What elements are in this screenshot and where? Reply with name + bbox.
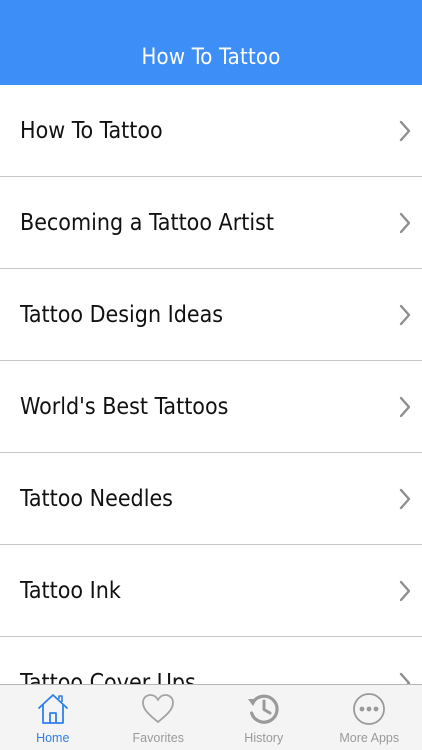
list-item-tattoo-ink[interactable]: Tattoo Ink [0,545,422,637]
tab-history[interactable]: History [211,685,317,750]
list-item-label: Tattoo Cover Ups [20,669,196,686]
list-item-becoming-a-tattoo-artist[interactable]: Becoming a Tattoo Artist [0,177,422,269]
list-item-label: World's Best Tattoos [20,393,229,420]
list-item-label: How To Tattoo [20,117,163,144]
chevron-right-icon [399,120,411,141]
list-item-tattoo-needles[interactable]: Tattoo Needles [0,453,422,545]
tab-home-label: Home [36,731,70,745]
history-icon [247,694,279,724]
tab-favorites[interactable]: Favorites [106,685,212,750]
tab-more-apps[interactable]: More Apps [317,685,422,750]
tab-more-apps-label: More Apps [339,731,400,745]
list-item-label: Becoming a Tattoo Artist [20,209,274,236]
status-bar [0,0,422,30]
chevron-right-icon [399,488,411,509]
heart-icon [142,694,175,723]
page-title: How To Tattoo [141,45,281,70]
chevron-right-icon [399,304,411,325]
home-icon [37,694,68,724]
list-item-worlds-best-tattoos[interactable]: World's Best Tattoos [0,361,422,453]
list-item-label: Tattoo Design Ideas [20,301,224,328]
chevron-right-icon [399,672,411,685]
tab-favorites-label: Favorites [132,731,184,745]
list-item-tattoo-cover-ups[interactable]: Tattoo Cover Ups [0,637,422,685]
chevron-right-icon [399,212,411,233]
list-item-tattoo-design-ideas[interactable]: Tattoo Design Ideas [0,269,422,361]
tab-history-label: History [244,731,284,745]
tab-bar: Home Favorites History More Apps [0,684,422,750]
topic-list: How To Tattoo Becoming a Tattoo Artist T… [0,85,422,685]
tab-home[interactable]: Home [0,685,106,750]
list-item-label: Tattoo Ink [20,577,121,604]
more-icon [353,693,386,725]
chevron-right-icon [399,396,411,417]
chevron-right-icon [399,580,411,601]
navigation-bar: How To Tattoo [0,30,422,85]
list-item-how-to-tattoo[interactable]: How To Tattoo [0,85,422,177]
list-item-label: Tattoo Needles [20,485,173,512]
